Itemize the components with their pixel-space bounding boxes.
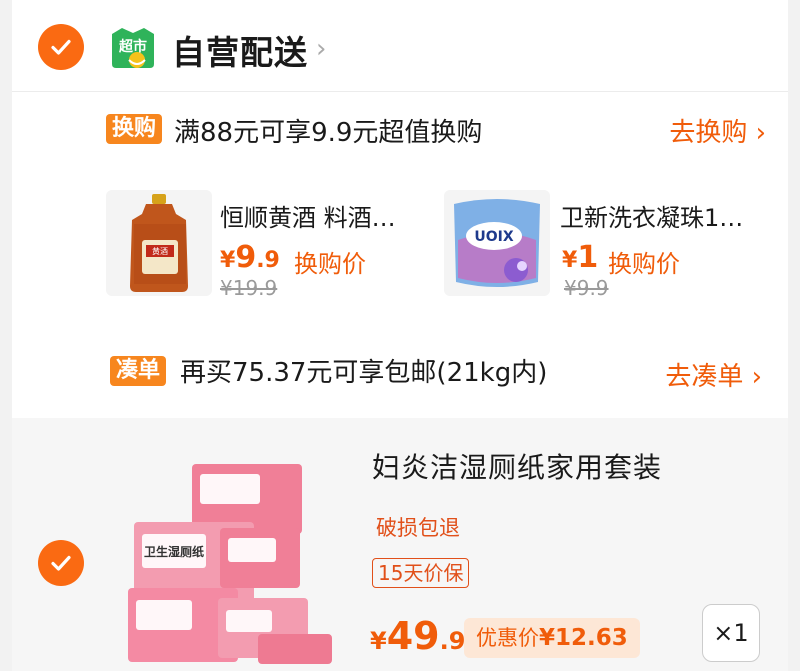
svg-text:黄酒: 黄酒 [152, 246, 168, 256]
original-price: ¥19.9 [220, 276, 278, 300]
original-price: ¥9.9 [564, 276, 609, 300]
svg-text:UOIX: UOIX [474, 229, 513, 245]
check-icon [51, 39, 71, 55]
swap-product-price: ¥1 [562, 240, 599, 275]
quantity-selector[interactable]: ×1 [702, 604, 760, 662]
go-bundle-link[interactable]: 去凑单 › [665, 356, 762, 393]
wine-bottle-icon: 黄酒 [130, 194, 188, 292]
svg-text:卫生湿厕纸: 卫生湿厕纸 [144, 544, 204, 559]
item-service-note: 破损包退 [376, 516, 460, 540]
go-swap-link[interactable]: 去换购 › [669, 112, 766, 149]
swap-product-price: ¥9.9 [220, 240, 280, 275]
item-select-checkbox[interactable] [38, 540, 84, 586]
swap-price-label: 换购价 [608, 250, 680, 278]
laundry-pods-icon: UOIX [454, 199, 540, 287]
swap-product-image[interactable]: 黄酒 [106, 190, 212, 296]
swap-promo-text: 满88元可享9.9元超值换购 [174, 118, 483, 148]
supermarket-logo-icon: 超市 [112, 28, 154, 68]
logo-text: 超市 [118, 38, 147, 55]
bundle-tag: 凑单 [110, 356, 167, 386]
cart-item: 卫生湿厕纸 妇炎洁湿厕纸家用套装 破损包退 15天价保 ¥49.9 优惠价¥12… [12, 418, 788, 671]
swap-price-label: 换购价 [294, 250, 366, 278]
item-title[interactable]: 妇炎洁湿厕纸家用套装 [372, 446, 662, 486]
store-title[interactable]: 自营配送 [172, 26, 308, 74]
swap-product-name[interactable]: 恒顺黄酒 料酒… [220, 198, 396, 233]
chevron-right-icon[interactable]: › [316, 34, 326, 64]
bundle-promo-text: 再买75.37元可享包邮(21kg内) [180, 358, 548, 388]
item-image[interactable]: 卫生湿厕纸 [108, 438, 338, 668]
item-price: ¥49.9 [370, 614, 466, 658]
store-select-checkbox[interactable] [38, 24, 84, 70]
swap-tag: 换购 [106, 114, 163, 144]
price-protect-badge: 15天价保 [372, 558, 470, 588]
discount-price-badge: 优惠价¥12.63 [464, 618, 640, 658]
wet-toilet-paper-package-icon: 卫生湿厕纸 [128, 464, 332, 664]
swap-product-name[interactable]: 卫新洗衣凝珠1… [560, 198, 743, 233]
check-icon [51, 555, 71, 571]
swap-product-image[interactable]: UOIX [444, 190, 550, 296]
cart-store-card: 超市 自营配送 › 换购 满88元可享9.9元超值换购 去换购 › 黄酒 恒顺黄… [12, 0, 788, 671]
store-header: 超市 自营配送 › [12, 0, 788, 92]
